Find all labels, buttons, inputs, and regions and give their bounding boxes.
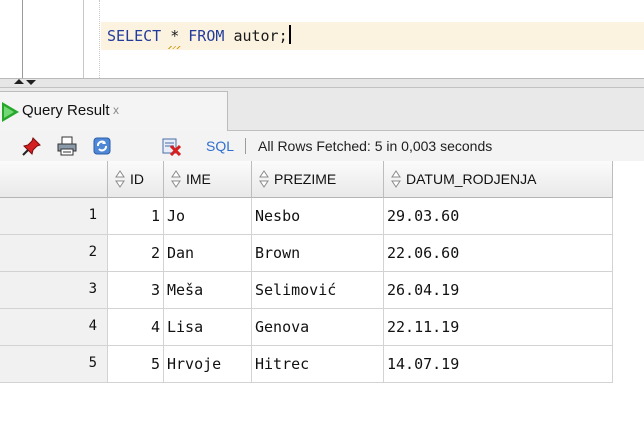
cell-datum[interactable]: 22.06.60 [384, 235, 613, 272]
column-label: IME [186, 171, 211, 187]
cell-value: 4 [150, 318, 160, 336]
result-tab-bar: Query Result x [0, 88, 644, 132]
text-caret [288, 25, 291, 44]
sql-editor[interactable]: SELECT * FROM autor; [0, 0, 644, 78]
cell-ime[interactable]: Hrvoje [164, 346, 252, 383]
cell-id[interactable]: 5 [108, 346, 164, 383]
cell-datum[interactable]: 29.03.60 [384, 198, 613, 235]
cell-value: 22.06.60 [387, 244, 460, 262]
delete-icon[interactable] [161, 136, 181, 156]
cell-prezime[interactable]: Selimović [252, 272, 384, 309]
cell-value: Selimović [255, 281, 337, 299]
table-row[interactable]: 2 2 Dan Brown 22.06.60 [0, 235, 644, 272]
cell-ime[interactable]: Lisa [164, 309, 252, 346]
column-label: DATUM_RODJENJA [406, 171, 537, 187]
editor-gutter [0, 0, 23, 78]
sql-button[interactable]: SQL [206, 138, 234, 154]
cell-value: 1 [150, 207, 160, 225]
row-number-cell[interactable]: 4 [0, 309, 108, 346]
table-row[interactable]: 3 3 Meša Selimović 26.04.19 [0, 272, 644, 309]
column-header-datum-rodjenja[interactable]: DATUM_RODJENJA [384, 161, 613, 198]
row-number: 3 [88, 281, 97, 297]
cell-id[interactable]: 3 [108, 272, 164, 309]
sort-icon[interactable] [259, 170, 269, 188]
cell-value: 3 [150, 281, 160, 299]
tab-label: Query Result [22, 102, 110, 119]
table-row[interactable]: 4 4 Lisa Genova 22.11.19 [0, 309, 644, 346]
row-number-cell[interactable]: 5 [0, 346, 108, 383]
fetch-status: All Rows Fetched: 5 in 0,003 seconds [258, 138, 493, 154]
run-icon-highlight [4, 106, 14, 118]
cell-prezime[interactable]: Genova [252, 309, 384, 346]
cell-value: Jo [167, 207, 186, 225]
current-line-highlight[interactable]: SELECT * FROM autor; [101, 22, 644, 50]
close-icon[interactable]: x [113, 103, 119, 117]
panel-splitter[interactable] [0, 78, 644, 88]
sort-icon[interactable] [391, 170, 401, 188]
cell-value: 14.07.19 [387, 355, 460, 373]
sql-table-name: autor; [233, 27, 288, 45]
row-number-cell[interactable]: 2 [0, 235, 108, 272]
cell-value: Lisa [167, 318, 204, 336]
row-number: 1 [88, 207, 97, 223]
tab-query-result[interactable]: Query Result x [0, 91, 228, 132]
cell-datum[interactable]: 26.04.19 [384, 272, 613, 309]
cell-datum[interactable]: 22.11.19 [384, 309, 613, 346]
cell-id[interactable]: 4 [108, 309, 164, 346]
grid-header-row: ID IME PREZIME DATUM_RODJENJA [0, 161, 644, 198]
sort-icon[interactable] [115, 170, 125, 188]
collapse-up-icon[interactable] [14, 79, 24, 84]
column-label: ID [130, 171, 144, 187]
table-row[interactable]: 5 5 Hrvoje Hitrec 14.07.19 [0, 346, 644, 383]
sql-statement[interactable]: SELECT * FROM autor; [107, 25, 291, 45]
result-grid[interactable]: ID IME PREZIME DATUM_RODJENJA 1 1 Jo Nes… [0, 161, 644, 436]
column-header-id[interactable]: ID [108, 161, 164, 198]
cell-value: Genova [255, 318, 310, 336]
cell-value: 22.11.19 [387, 318, 460, 336]
column-header-prezime[interactable]: PREZIME [252, 161, 384, 198]
editor-margin-line [99, 0, 100, 78]
cell-ime[interactable]: Meša [164, 272, 252, 309]
pin-icon[interactable] [22, 136, 42, 156]
cell-prezime[interactable]: Nesbo [252, 198, 384, 235]
row-number-cell[interactable]: 3 [0, 272, 108, 309]
cell-id[interactable]: 2 [108, 235, 164, 272]
collapse-down-icon[interactable] [26, 80, 36, 85]
cell-datum[interactable]: 14.07.19 [384, 346, 613, 383]
row-header-corner[interactable] [0, 161, 108, 198]
sql-wildcard: * [170, 27, 180, 45]
column-label: PREZIME [274, 171, 337, 187]
cell-value: Dan [167, 244, 195, 262]
cell-prezime[interactable]: Brown [252, 235, 384, 272]
table-row[interactable]: 1 1 Jo Nesbo 29.03.60 [0, 198, 644, 235]
cell-value: 26.04.19 [387, 281, 460, 299]
sql-keyword-select: SELECT [107, 27, 162, 45]
row-number: 4 [88, 318, 97, 334]
row-number: 2 [88, 244, 97, 260]
cell-id[interactable]: 1 [108, 198, 164, 235]
cell-value: Brown [255, 244, 301, 262]
toolbar-divider [245, 138, 246, 154]
cell-value: Nesbo [255, 207, 301, 225]
editor-line-gutter [23, 0, 84, 78]
cell-ime[interactable]: Dan [164, 235, 252, 272]
cell-value: Meša [167, 281, 204, 299]
cell-value: 2 [150, 244, 160, 262]
row-number-cell[interactable]: 1 [0, 198, 108, 235]
sql-keyword-from: FROM [188, 27, 225, 45]
column-header-ime[interactable]: IME [164, 161, 252, 198]
cell-ime[interactable]: Jo [164, 198, 252, 235]
refresh-icon[interactable] [92, 136, 112, 156]
sort-icon[interactable] [171, 170, 181, 188]
row-number: 5 [88, 355, 97, 371]
print-icon[interactable] [57, 136, 77, 156]
cell-prezime[interactable]: Hitrec [252, 346, 384, 383]
cell-value: 29.03.60 [387, 207, 460, 225]
cell-value: Hitrec [255, 355, 310, 373]
cell-value: 5 [150, 355, 160, 373]
cell-value: Hrvoje [167, 355, 222, 373]
result-toolbar: SQL All Rows Fetched: 5 in 0,003 seconds [0, 131, 644, 162]
